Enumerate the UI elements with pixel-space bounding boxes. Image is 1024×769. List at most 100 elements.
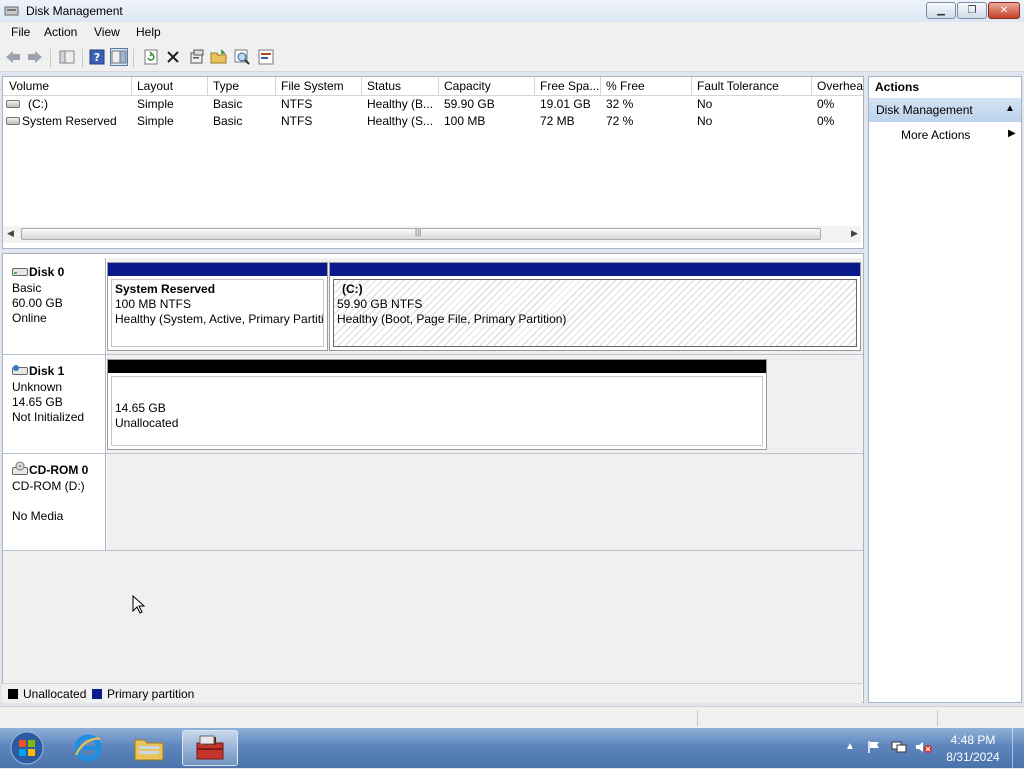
menu-file[interactable]: File bbox=[11, 25, 30, 39]
restore-button[interactable]: ❐ bbox=[957, 2, 987, 19]
delete-button[interactable] bbox=[164, 48, 182, 66]
column-divider[interactable] bbox=[534, 77, 535, 95]
column-header-percent-free[interactable]: % Free bbox=[606, 79, 690, 95]
column-divider[interactable] bbox=[600, 77, 601, 95]
column-header-fault-tolerance[interactable]: Fault Tolerance bbox=[697, 79, 809, 95]
cell-file-system: NTFS bbox=[281, 114, 313, 128]
show-hidden-icons-arrow-icon[interactable]: ▲ bbox=[845, 741, 855, 752]
column-header-file-system[interactable]: File System bbox=[281, 79, 359, 95]
legend-label-primary: Primary partition bbox=[107, 687, 195, 701]
forward-icon bbox=[28, 51, 42, 63]
partition-status: Healthy (Boot, Page File, Primary Partit… bbox=[337, 312, 567, 326]
taskbar-file-explorer[interactable] bbox=[121, 730, 177, 766]
column-header-overhead[interactable]: Overhea bbox=[817, 79, 863, 95]
cell-volume: (C:) bbox=[28, 97, 48, 111]
status-separator bbox=[937, 710, 938, 726]
menu-bar: File Action View Help bbox=[0, 22, 1024, 43]
clock-time[interactable]: 4:48 PM bbox=[938, 733, 1008, 747]
column-divider[interactable] bbox=[438, 77, 439, 95]
disk-state: Online bbox=[12, 311, 47, 325]
actions-title: Actions bbox=[875, 80, 920, 94]
refresh-icon bbox=[144, 49, 158, 65]
disk-map[interactable]: Disk 0 Basic 60.00 GB Online System Rese… bbox=[2, 253, 864, 703]
column-header-type[interactable]: Type bbox=[213, 79, 273, 95]
horizontal-scrollbar[interactable]: ◀ ||| ▶ bbox=[3, 226, 861, 243]
cell-layout: Simple bbox=[137, 97, 174, 111]
cell-percent-free: 72 % bbox=[606, 114, 634, 128]
disk-size: 14.65 GB bbox=[12, 395, 63, 409]
restore-icon: ❐ bbox=[967, 5, 977, 16]
partition-status: Unallocated bbox=[115, 416, 179, 430]
show-hide-action-pane-button[interactable] bbox=[110, 48, 128, 66]
column-divider[interactable] bbox=[275, 77, 276, 95]
actions-section-disk-management[interactable]: Disk Management ▲ bbox=[869, 98, 1021, 122]
partition-unallocated[interactable]: 14.65 GB Unallocated bbox=[107, 359, 767, 450]
open-icon bbox=[210, 49, 227, 64]
partition-c-drive[interactable]: (C:) 59.90 GB NTFS Healthy (Boot, Page F… bbox=[329, 262, 861, 351]
disk-size: 60.00 GB bbox=[12, 296, 63, 310]
volume-list[interactable]: Volume Layout Type File System Status Ca… bbox=[2, 76, 864, 249]
disk-1-label[interactable]: Disk 1 Unknown 14.65 GB Not Initialized bbox=[3, 355, 106, 453]
explore-button[interactable] bbox=[233, 48, 251, 66]
close-button[interactable]: ✕ bbox=[988, 2, 1020, 19]
volume-muted-icon[interactable] bbox=[915, 740, 933, 754]
console-tree-icon bbox=[59, 50, 75, 64]
menu-help[interactable]: Help bbox=[136, 25, 161, 39]
partition-type-bar bbox=[108, 263, 327, 276]
properties-button[interactable] bbox=[188, 48, 206, 66]
menu-action[interactable]: Action bbox=[44, 25, 77, 39]
network-icon[interactable] bbox=[891, 740, 907, 754]
cell-overhead: 0% bbox=[817, 97, 835, 111]
table-row[interactable]: (C:) Simple Basic NTFS Healthy (B... 59.… bbox=[3, 96, 863, 113]
column-divider[interactable] bbox=[811, 77, 812, 95]
scroll-right-arrow-icon[interactable]: ▶ bbox=[851, 228, 858, 239]
forward-button[interactable] bbox=[26, 48, 44, 66]
help-topic-button[interactable] bbox=[257, 48, 275, 66]
column-divider[interactable] bbox=[131, 77, 132, 95]
cdrom-0-label[interactable]: CD-ROM 0 CD-ROM (D:) No Media bbox=[3, 454, 106, 550]
disk-management-app-icon bbox=[4, 6, 19, 16]
column-divider[interactable] bbox=[361, 77, 362, 95]
disk-icon bbox=[12, 268, 28, 276]
legend-swatch-primary bbox=[92, 689, 102, 699]
start-button[interactable] bbox=[8, 730, 46, 766]
collapse-arrow-icon[interactable]: ▲ bbox=[1005, 103, 1015, 114]
minimize-button[interactable]: ▁ bbox=[926, 2, 956, 19]
cell-type: Basic bbox=[213, 114, 243, 128]
actions-section-label: Disk Management bbox=[876, 103, 973, 117]
help-button[interactable]: ? bbox=[88, 48, 106, 66]
console-tree-button[interactable] bbox=[58, 48, 76, 66]
column-header-layout[interactable]: Layout bbox=[137, 79, 205, 95]
show-desktop-button[interactable] bbox=[1012, 728, 1024, 768]
disk-uninitialized-icon bbox=[12, 365, 28, 375]
column-divider[interactable] bbox=[691, 77, 692, 95]
cell-status: Healthy (B... bbox=[367, 97, 434, 111]
toolbar-separator bbox=[82, 49, 83, 67]
column-header-volume[interactable]: Volume bbox=[9, 79, 129, 95]
open-button[interactable] bbox=[210, 48, 228, 66]
empty-area bbox=[3, 551, 863, 683]
more-actions-link[interactable]: More Actions bbox=[901, 128, 970, 142]
refresh-button[interactable] bbox=[142, 48, 160, 66]
column-header-status[interactable]: Status bbox=[367, 79, 437, 95]
taskbar-internet-explorer[interactable] bbox=[60, 730, 116, 766]
taskbar-disk-management[interactable] bbox=[182, 730, 238, 766]
disk-type: Unknown bbox=[12, 380, 63, 394]
cell-type: Basic bbox=[213, 97, 243, 111]
scroll-left-arrow-icon[interactable]: ◀ bbox=[7, 228, 14, 239]
column-divider[interactable] bbox=[207, 77, 208, 95]
back-button[interactable] bbox=[4, 48, 22, 66]
column-header-capacity[interactable]: Capacity bbox=[444, 79, 532, 95]
column-header-free-space[interactable]: Free Spa... bbox=[540, 79, 600, 95]
properties-icon bbox=[190, 49, 204, 64]
menu-view[interactable]: View bbox=[94, 25, 120, 39]
clock-date[interactable]: 8/31/2024 bbox=[938, 750, 1008, 764]
title-bar: Disk Management ▁ ❐ ✕ bbox=[0, 0, 1024, 23]
table-row[interactable]: System Reserved Simple Basic NTFS Health… bbox=[3, 113, 863, 130]
disk-type: CD-ROM (D:) bbox=[12, 479, 85, 493]
partition-system-reserved[interactable]: System Reserved 100 MB NTFS Healthy (Sys… bbox=[107, 262, 328, 351]
disk-0-label[interactable]: Disk 0 Basic 60.00 GB Online bbox=[3, 258, 106, 354]
close-icon: ✕ bbox=[999, 5, 1009, 16]
cell-capacity: 100 MB bbox=[444, 114, 486, 128]
action-center-flag-icon[interactable] bbox=[867, 740, 881, 754]
